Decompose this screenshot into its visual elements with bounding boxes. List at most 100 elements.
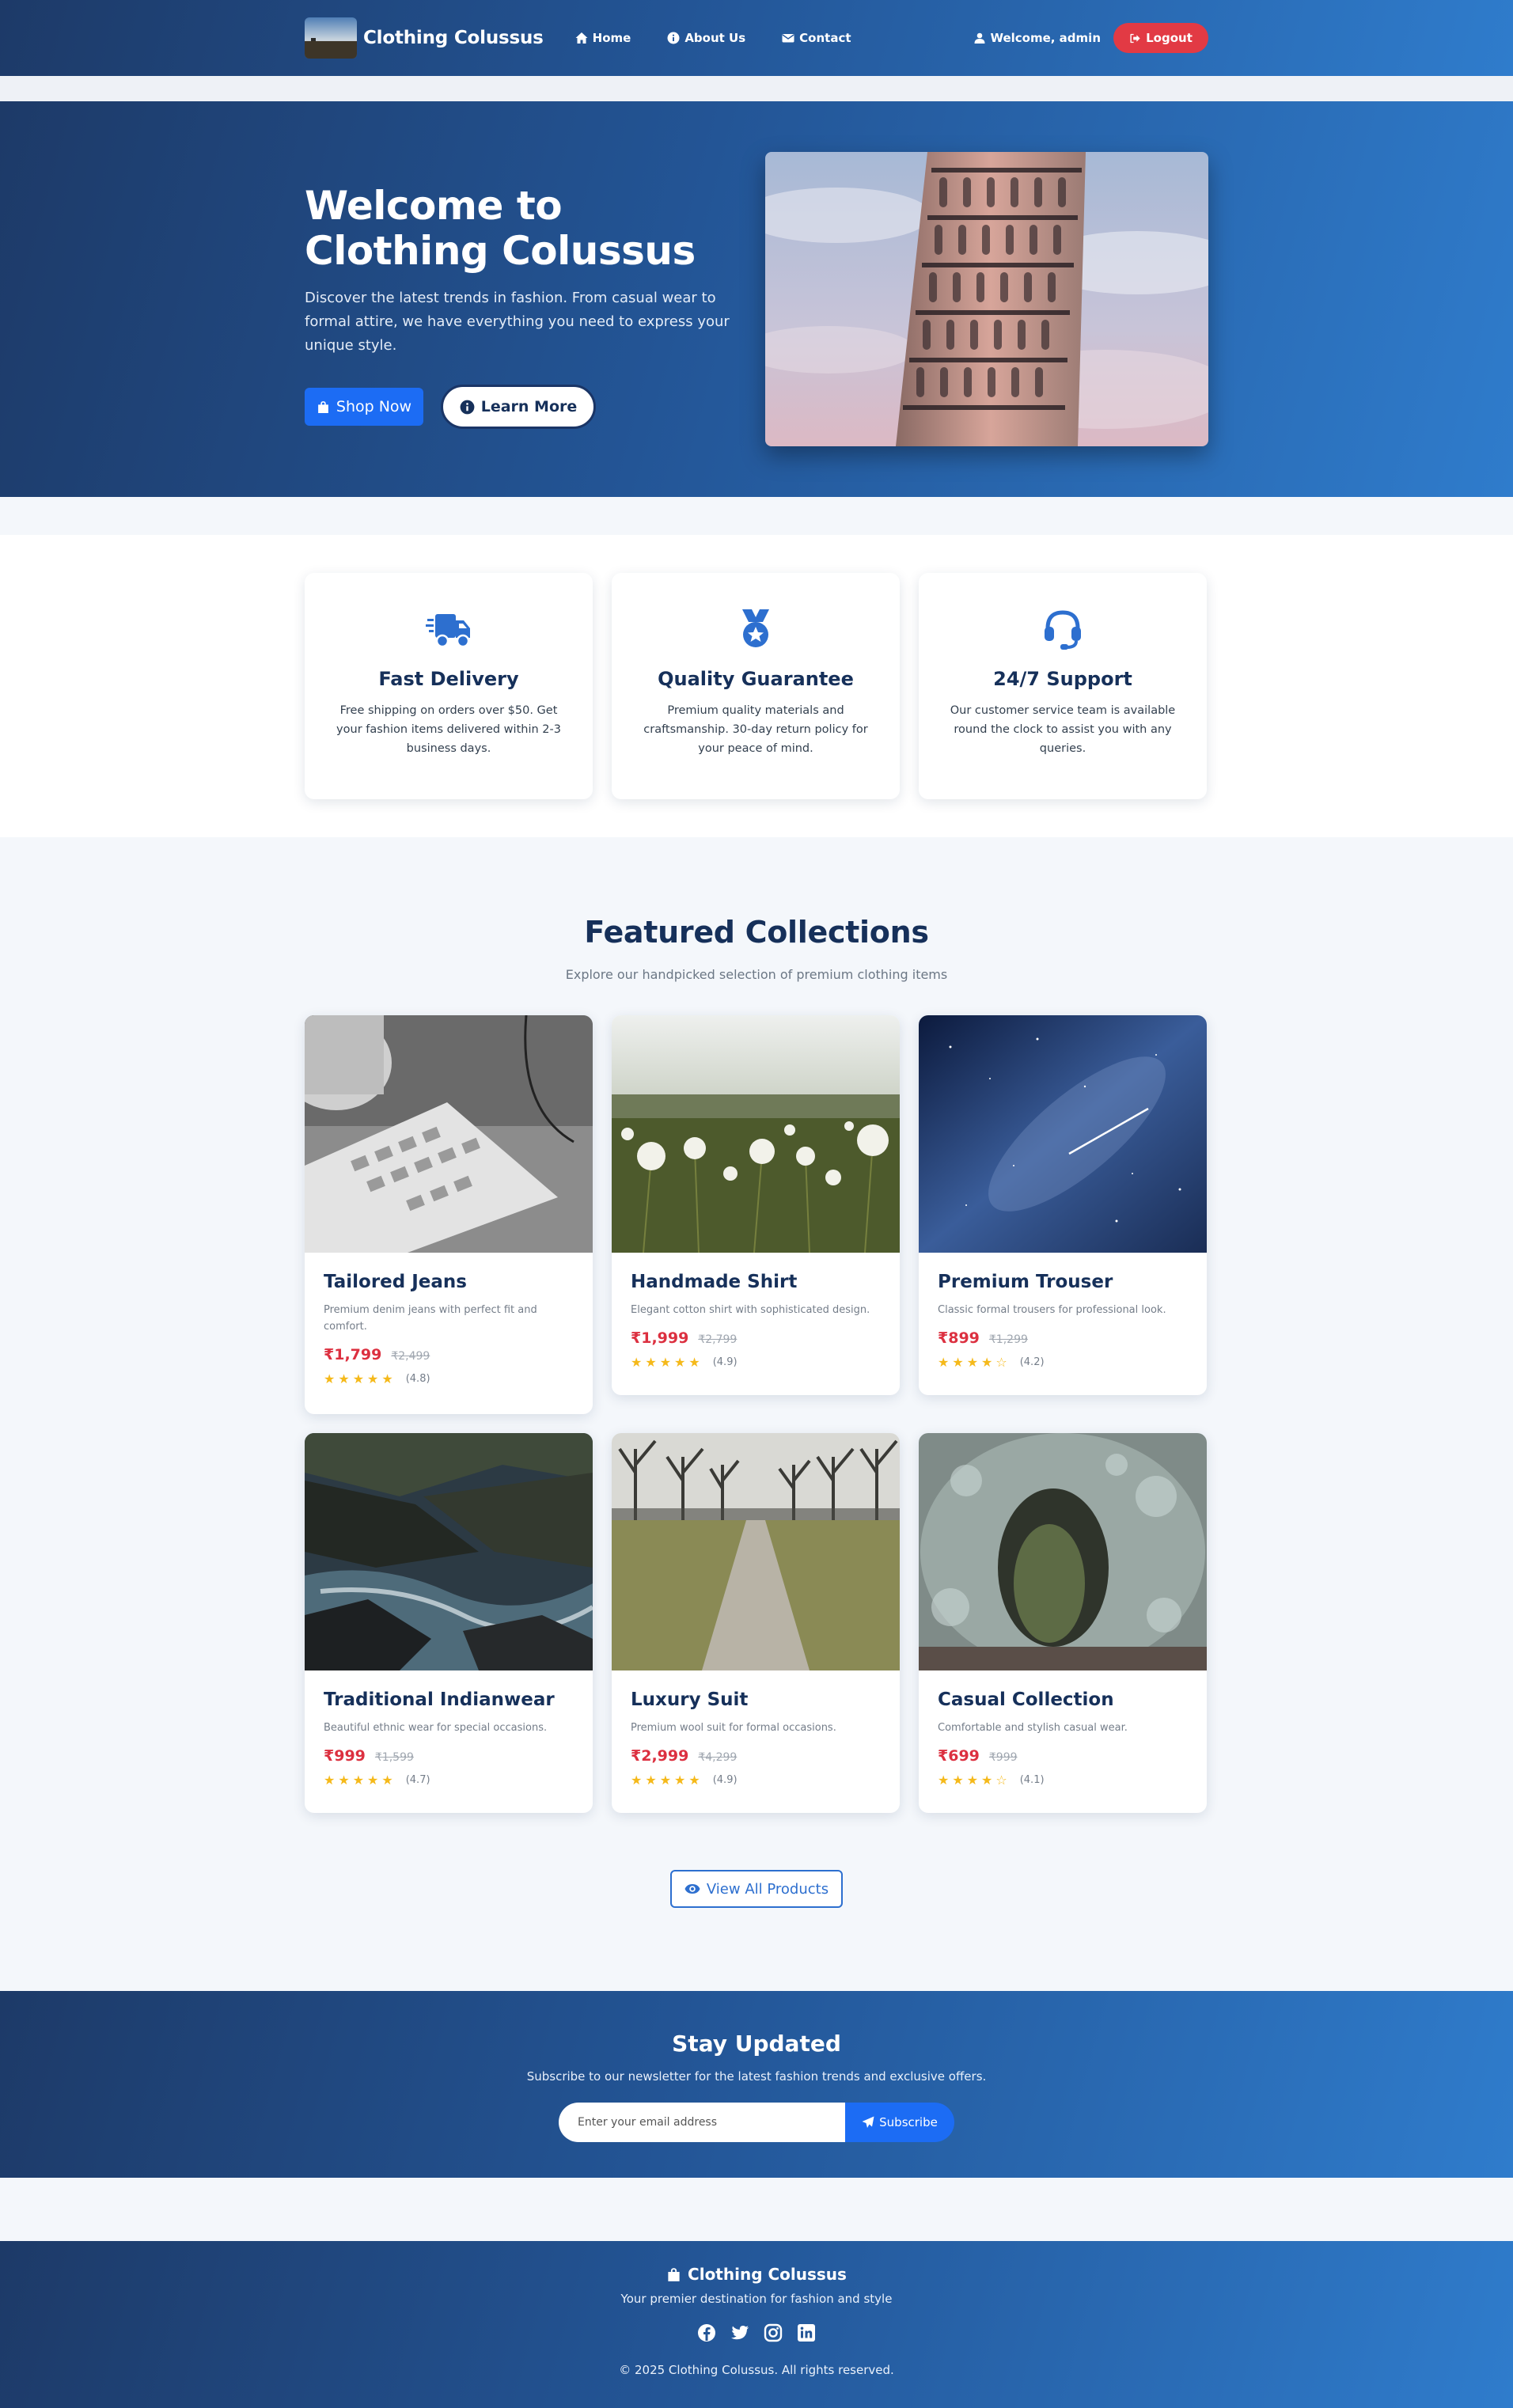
twitter-link[interactable] bbox=[730, 2323, 749, 2345]
instagram-link[interactable] bbox=[764, 2323, 783, 2345]
product-desc: Premium wool suit for formal occasions. bbox=[631, 1722, 836, 1734]
medal-icon bbox=[742, 609, 769, 647]
feature-desc: Premium quality materials and craftsmans… bbox=[643, 704, 868, 755]
subscribe-label: Subscribe bbox=[879, 2115, 938, 2129]
logout-icon bbox=[1130, 33, 1140, 43]
feature-card-quality: Quality Guarantee Premium quality materi… bbox=[612, 573, 900, 799]
collections-subtitle: Explore our handpicked selection of prem… bbox=[565, 967, 948, 982]
product-rating: ★★★★★ (4.8) bbox=[324, 1371, 574, 1386]
learn-more-label: Learn More bbox=[480, 398, 578, 415]
info-icon bbox=[460, 400, 475, 414]
logout-button[interactable]: Logout bbox=[1113, 23, 1208, 53]
view-all-label: View All Products bbox=[706, 1880, 829, 1898]
feature-card-delivery: Fast Delivery Free shipping on orders ov… bbox=[305, 573, 593, 799]
newsletter-text: Subscribe to our newsletter for the late… bbox=[526, 2069, 987, 2084]
nav-about[interactable]: About Us bbox=[667, 31, 745, 45]
product-desc: Premium denim jeans with perfect fit and… bbox=[324, 1304, 537, 1333]
view-all-products-button[interactable]: View All Products bbox=[670, 1870, 843, 1908]
product-card[interactable]: Premium Trouser Classic formal trousers … bbox=[919, 1015, 1207, 1395]
nav-contact[interactable]: Contact bbox=[782, 31, 851, 45]
envelope-icon bbox=[782, 34, 794, 43]
product-name[interactable]: Luxury Suit bbox=[631, 1689, 881, 1710]
nav-spacer bbox=[0, 76, 1513, 101]
product-old-price: ₹2,799 bbox=[698, 1333, 738, 1346]
footer-tagline: Your premier destination for fashion and… bbox=[620, 2292, 893, 2306]
eye-icon bbox=[684, 1884, 700, 1894]
newsletter-title: Stay Updated bbox=[672, 2031, 841, 2057]
nav-home-label: Home bbox=[592, 31, 631, 45]
product-card[interactable]: Luxury Suit Premium wool suit for formal… bbox=[612, 1433, 900, 1813]
product-card[interactable]: Handmade Shirt Elegant cotton shirt with… bbox=[612, 1015, 900, 1395]
brand-logo bbox=[305, 17, 357, 59]
product-price: ₹899 bbox=[938, 1329, 980, 1347]
product-name[interactable]: Tailored Jeans bbox=[324, 1272, 574, 1292]
features-section: Fast Delivery Free shipping on orders ov… bbox=[0, 535, 1513, 837]
product-name[interactable]: Premium Trouser bbox=[938, 1272, 1188, 1292]
nav-home[interactable]: Home bbox=[575, 31, 631, 45]
navbar: Clothing Colussus Home About Us Contact … bbox=[0, 0, 1513, 76]
product-card[interactable]: Casual Collection Comfortable and stylis… bbox=[919, 1433, 1207, 1813]
product-rating: ★★★★☆ (4.1) bbox=[938, 1773, 1188, 1788]
product-name[interactable]: Traditional Indianwear bbox=[324, 1689, 574, 1710]
product-image bbox=[919, 1433, 1207, 1670]
product-card[interactable]: Traditional Indianwear Beautiful ethnic … bbox=[305, 1433, 593, 1813]
footer-brand: Clothing Colussus bbox=[0, 2241, 1513, 2284]
subscribe-button[interactable]: Subscribe bbox=[845, 2103, 954, 2142]
product-price: ₹1,999 bbox=[631, 1329, 689, 1347]
nav-about-label: About Us bbox=[684, 31, 746, 45]
feature-title: 24/7 Support bbox=[993, 668, 1132, 690]
hero-section: Welcome to Clothing Colussus Discover th… bbox=[0, 101, 1513, 497]
product-desc: Beautiful ethnic wear for special occasi… bbox=[324, 1722, 548, 1734]
shop-now-label: Shop Now bbox=[336, 398, 412, 415]
star-rating-icons: ★★★★☆ bbox=[938, 1355, 1011, 1370]
facebook-icon bbox=[698, 2324, 715, 2342]
rating-count: (4.9) bbox=[712, 1356, 738, 1368]
product-image bbox=[305, 1015, 593, 1253]
product-name[interactable]: Handmade Shirt bbox=[631, 1272, 881, 1292]
feature-title: Quality Guarantee bbox=[658, 668, 854, 690]
rating-count: (4.1) bbox=[1019, 1774, 1045, 1786]
logout-label: Logout bbox=[1146, 31, 1193, 45]
product-rating: ★★★★★ (4.9) bbox=[631, 1355, 881, 1370]
nav-contact-label: Contact bbox=[799, 31, 851, 45]
product-grid: Tailored Jeans Premium denim jeans with … bbox=[305, 1015, 1208, 1813]
truck-icon bbox=[426, 614, 470, 648]
home-icon bbox=[575, 32, 588, 44]
subscribe-form: Subscribe bbox=[559, 2103, 954, 2142]
email-input[interactable] bbox=[559, 2103, 845, 2142]
feature-desc: Free shipping on orders over $50. Get yo… bbox=[336, 704, 561, 755]
footer: Clothing Colussus Your premier destinati… bbox=[0, 2241, 1513, 2408]
product-name[interactable]: Casual Collection bbox=[938, 1689, 1188, 1710]
product-image bbox=[612, 1433, 900, 1670]
star-rating-icons: ★★★★★ bbox=[631, 1773, 703, 1788]
product-old-price: ₹999 bbox=[988, 1751, 1018, 1764]
feature-card-support: 24/7 Support Our customer service team i… bbox=[919, 573, 1207, 799]
shopping-bag-icon bbox=[318, 400, 328, 413]
product-old-price: ₹2,499 bbox=[391, 1350, 430, 1363]
product-old-price: ₹4,299 bbox=[698, 1751, 738, 1764]
newsletter-section: Stay Updated Subscribe to our newsletter… bbox=[0, 1991, 1513, 2178]
twitter-icon bbox=[731, 2326, 749, 2340]
learn-more-button[interactable]: Learn More bbox=[441, 385, 596, 429]
linkedin-link[interactable] bbox=[797, 2323, 816, 2345]
product-card[interactable]: Tailored Jeans Premium denim jeans with … bbox=[305, 1015, 593, 1414]
shop-now-button[interactable]: Shop Now bbox=[305, 388, 423, 426]
star-rating-icons: ★★★★★ bbox=[324, 1773, 396, 1788]
collections-section: Featured Collections Explore our handpic… bbox=[0, 837, 1513, 1991]
product-image bbox=[612, 1015, 900, 1253]
star-rating-icons: ★★★★★ bbox=[324, 1371, 396, 1386]
product-price: ₹999 bbox=[324, 1747, 366, 1765]
brand[interactable]: Clothing Colussus bbox=[305, 17, 544, 59]
product-rating: ★★★★★ (4.7) bbox=[324, 1773, 574, 1788]
nav-links: Home About Us Contact bbox=[575, 31, 851, 45]
headset-icon bbox=[1045, 610, 1081, 650]
facebook-link[interactable] bbox=[697, 2323, 716, 2345]
copyright: © 2025 Clothing Colussus. All rights res… bbox=[619, 2363, 894, 2377]
brand-name: Clothing Colussus bbox=[363, 28, 544, 48]
product-rating: ★★★★★ (4.9) bbox=[631, 1773, 881, 1788]
feature-desc: Our customer service team is available r… bbox=[950, 704, 1176, 755]
product-image bbox=[305, 1433, 593, 1670]
product-desc: Elegant cotton shirt with sophisticated … bbox=[631, 1304, 870, 1316]
feature-title: Fast Delivery bbox=[378, 668, 519, 690]
product-old-price: ₹1,299 bbox=[988, 1333, 1028, 1346]
